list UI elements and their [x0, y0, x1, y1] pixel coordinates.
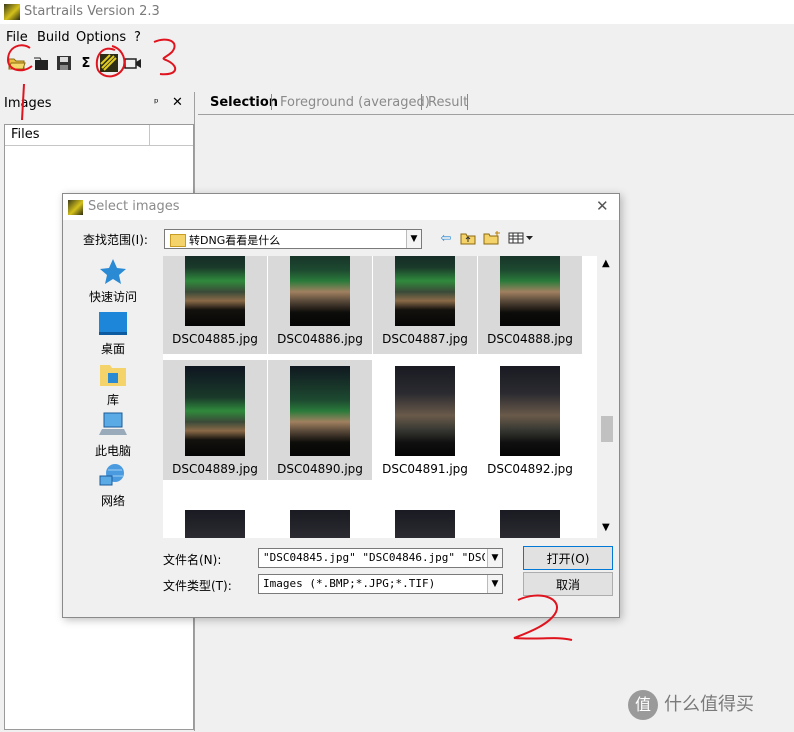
annotation-3-mark — [153, 38, 176, 76]
watermark-logo: 值 — [628, 690, 658, 720]
watermark: 值什么值得买 — [628, 690, 754, 720]
annotation-circle — [6, 44, 33, 72]
annotation-overlay — [6, 38, 573, 641]
annotation-circle — [95, 45, 126, 78]
annotation-1-mark — [21, 83, 25, 121]
watermark-text: 什么值得买 — [664, 694, 754, 715]
annotation-2-mark — [513, 594, 573, 641]
